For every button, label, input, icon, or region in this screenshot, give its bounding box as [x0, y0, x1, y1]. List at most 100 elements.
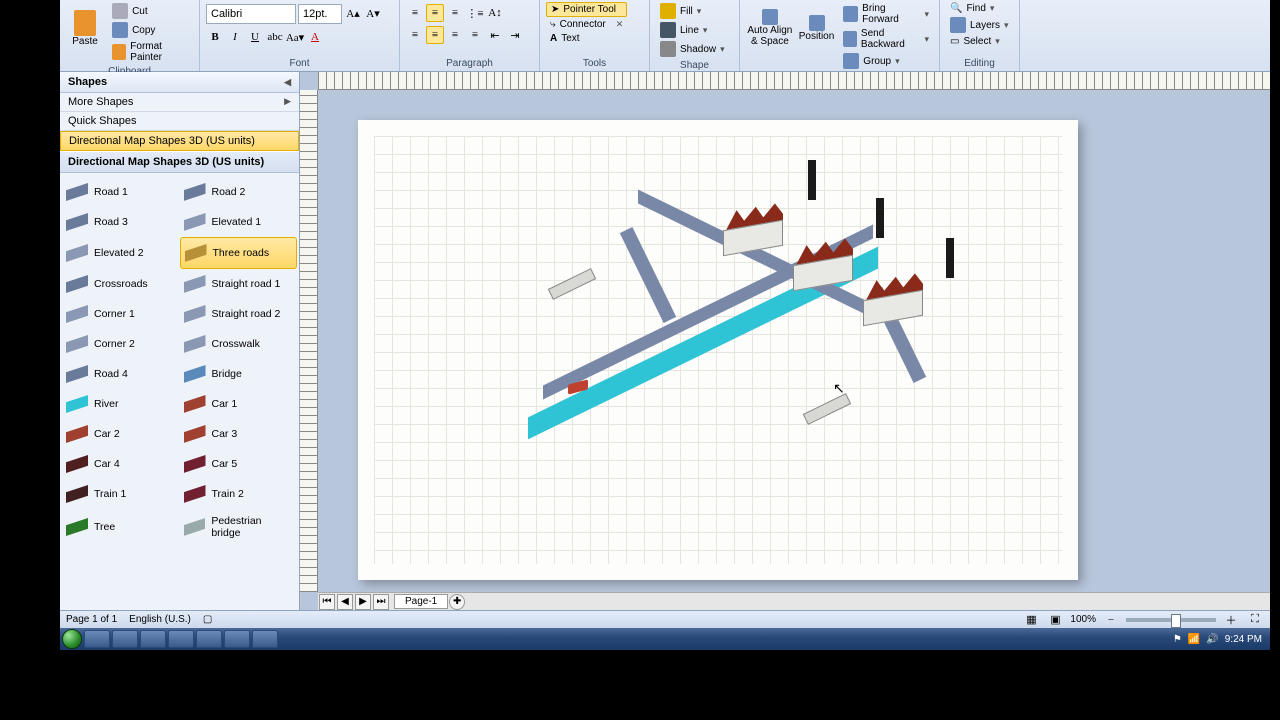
font-color-button[interactable]: A: [306, 28, 324, 46]
shadow-button[interactable]: Shadow▾: [656, 40, 729, 58]
align-middle-button[interactable]: ≡: [426, 4, 444, 22]
grow-font-button[interactable]: A▴: [344, 4, 362, 22]
layers-button[interactable]: Layers▾: [946, 16, 1013, 34]
nav-prev-button[interactable]: ◀: [337, 594, 353, 610]
shape-stencil-item[interactable]: Elevated 1: [180, 207, 298, 237]
shape-factory-3[interactable]: [863, 295, 923, 321]
shape-stencil-item[interactable]: Three roads: [180, 237, 298, 269]
page-tab[interactable]: Page-1: [394, 594, 448, 609]
paste-button[interactable]: Paste: [66, 2, 104, 54]
format-painter-button[interactable]: Format Painter: [108, 40, 193, 64]
underline-button[interactable]: U: [246, 28, 264, 46]
position-button[interactable]: Position: [798, 2, 836, 54]
indent-inc-button[interactable]: ⇥: [506, 26, 524, 44]
system-tray[interactable]: ⚑ 📶 🔊 9:24 PM: [1173, 634, 1268, 645]
font-size-combo[interactable]: [298, 4, 342, 24]
taskbar-app3[interactable]: [224, 630, 250, 648]
shape-stencil-item[interactable]: Elevated 2: [62, 237, 180, 269]
stencil-body[interactable]: Road 1Road 2Road 3Elevated 1Elevated 2Th…: [60, 173, 299, 610]
taskbar-app1[interactable]: [168, 630, 194, 648]
align-top-button[interactable]: ≡: [406, 4, 424, 22]
shrink-font-button[interactable]: A▾: [364, 4, 382, 22]
line-button[interactable]: Line▾: [656, 21, 729, 39]
zoom-in-button[interactable]: ＋: [1222, 611, 1240, 629]
justify-button[interactable]: ≡: [466, 26, 484, 44]
pointer-tool-button[interactable]: ➤Pointer Tool: [546, 2, 627, 17]
font-name-combo[interactable]: [206, 4, 296, 24]
shape-stencil-item[interactable]: Tree: [62, 509, 180, 545]
clock[interactable]: 9:24 PM: [1225, 634, 1262, 645]
shape-stencil-item[interactable]: Crosswalk: [180, 329, 298, 359]
canvas-scroll[interactable]: ↖: [318, 90, 1270, 592]
taskbar-explorer[interactable]: [112, 630, 138, 648]
indent-dec-button[interactable]: ⇤: [486, 26, 504, 44]
case-button[interactable]: Aa▾: [286, 28, 304, 46]
taskbar-ie[interactable]: [84, 630, 110, 648]
shape-chimney-1[interactable]: [808, 160, 816, 200]
volume-icon[interactable]: 🔊: [1206, 634, 1218, 645]
shape-stencil-item[interactable]: Road 2: [180, 177, 298, 207]
shape-stencil-item[interactable]: Car 2: [62, 419, 180, 449]
group-button[interactable]: Group▾: [839, 52, 933, 70]
align-left-button[interactable]: ≡: [406, 26, 424, 44]
nav-first-button[interactable]: ⏮: [319, 594, 335, 610]
taskbar-visio[interactable]: [252, 630, 278, 648]
shapes-header[interactable]: Shapes◀: [60, 72, 299, 93]
nav-last-button[interactable]: ⏭: [373, 594, 389, 610]
shape-factory-1[interactable]: [723, 225, 783, 251]
connector-tool-button[interactable]: ⤷Connector✕: [546, 18, 627, 31]
nav-next-button[interactable]: ▶: [355, 594, 371, 610]
shape-stencil-item[interactable]: River: [62, 389, 180, 419]
shape-stencil-item[interactable]: Straight road 1: [180, 269, 298, 299]
tray-icon[interactable]: ⚑: [1173, 634, 1182, 645]
stencil-tab-selected[interactable]: Directional Map Shapes 3D (US units): [60, 131, 299, 151]
select-button[interactable]: ▭Select▾: [946, 35, 1013, 48]
fit-page-button[interactable]: ⛶: [1246, 611, 1264, 629]
bullets-button[interactable]: ⋮≡: [466, 4, 484, 22]
auto-align-button[interactable]: Auto Align & Space: [746, 2, 794, 54]
shape-stencil-item[interactable]: Train 2: [180, 479, 298, 509]
macro-icon[interactable]: ▢: [203, 614, 212, 625]
fill-button[interactable]: Fill▾: [656, 2, 729, 20]
bold-button[interactable]: B: [206, 28, 224, 46]
zoom-slider[interactable]: [1126, 618, 1216, 622]
network-icon[interactable]: 📶: [1188, 634, 1200, 645]
shape-stencil-item[interactable]: Car 1: [180, 389, 298, 419]
shape-factory-2[interactable]: [793, 260, 853, 286]
italic-button[interactable]: I: [226, 28, 244, 46]
zoom-out-button[interactable]: −: [1102, 611, 1120, 629]
ruler-vertical[interactable]: [300, 90, 318, 592]
shape-stencil-item[interactable]: Road 1: [62, 177, 180, 207]
taskbar-app2[interactable]: [196, 630, 222, 648]
shape-stencil-item[interactable]: Train 1: [62, 479, 180, 509]
close-icon[interactable]: ✕: [616, 19, 624, 30]
view-normal-button[interactable]: ▦: [1022, 611, 1040, 629]
shape-stencil-item[interactable]: Car 3: [180, 419, 298, 449]
zoom-level[interactable]: 100%: [1070, 614, 1096, 625]
shape-stencil-item[interactable]: Bridge: [180, 359, 298, 389]
text-tool-button[interactable]: AText: [546, 32, 627, 45]
shape-stencil-item[interactable]: Crossroads: [62, 269, 180, 299]
copy-button[interactable]: Copy: [108, 21, 193, 39]
shape-stencil-item[interactable]: Road 3: [62, 207, 180, 237]
collapse-icon[interactable]: ◀: [284, 77, 291, 88]
find-button[interactable]: 🔍Find▾: [946, 2, 1013, 15]
shape-chimney-2[interactable]: [876, 198, 884, 238]
align-bottom-button[interactable]: ≡: [446, 4, 464, 22]
quick-shapes-button[interactable]: Quick Shapes: [60, 112, 299, 131]
cut-button[interactable]: Cut: [108, 2, 193, 20]
ruler-horizontal[interactable]: [318, 72, 1270, 90]
send-backward-button[interactable]: Send Backward▾: [839, 27, 933, 51]
shape-stencil-item[interactable]: Pedestrian bridge: [180, 509, 298, 545]
shape-stencil-item[interactable]: Car 4: [62, 449, 180, 479]
shape-stencil-item[interactable]: Straight road 2: [180, 299, 298, 329]
bring-forward-button[interactable]: Bring Forward▾: [839, 2, 933, 26]
more-shapes-button[interactable]: More Shapes▶: [60, 93, 299, 112]
strike-button[interactable]: abc: [266, 28, 284, 46]
shape-stencil-item[interactable]: Corner 2: [62, 329, 180, 359]
taskbar-media[interactable]: [140, 630, 166, 648]
align-right-button[interactable]: ≡: [446, 26, 464, 44]
new-page-button[interactable]: ✚: [449, 594, 465, 610]
text-direction-button[interactable]: A↕: [486, 4, 504, 22]
shape-stencil-item[interactable]: Road 4: [62, 359, 180, 389]
